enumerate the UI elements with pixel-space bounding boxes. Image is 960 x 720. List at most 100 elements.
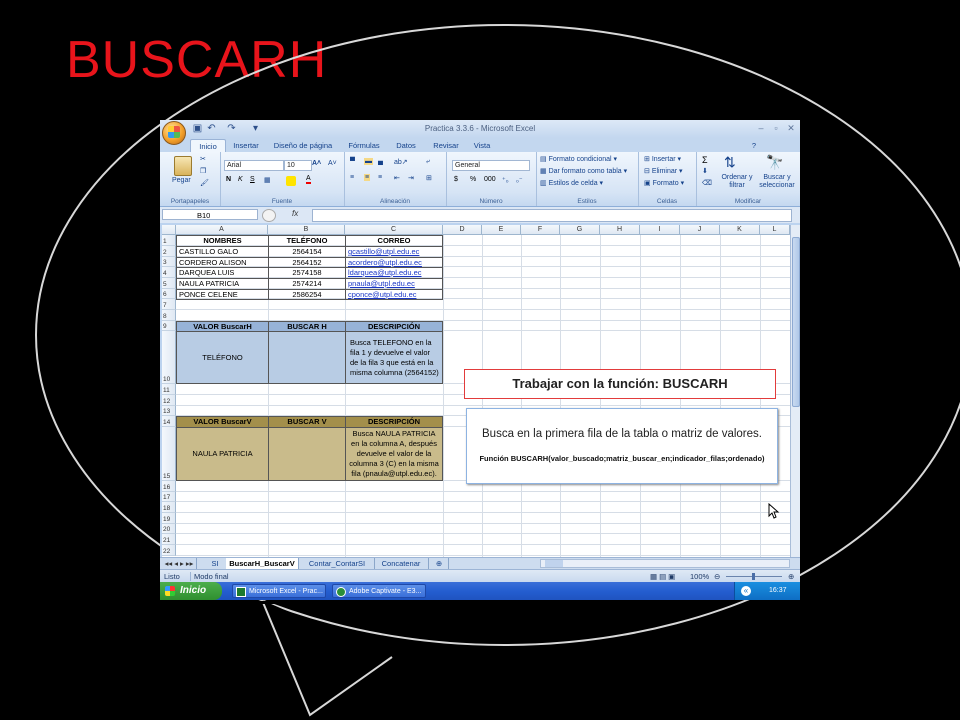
find-icon[interactable]: 🔭 bbox=[766, 154, 783, 171]
sort-filter-button[interactable]: Ordenar y filtrar bbox=[718, 174, 756, 190]
autosum-icon[interactable]: Σ bbox=[702, 155, 708, 165]
column-header[interactable]: B bbox=[268, 225, 345, 235]
maximize-button[interactable]: ▫ bbox=[769, 123, 783, 134]
row-header[interactable]: 22 bbox=[162, 545, 176, 556]
column-header[interactable]: L bbox=[760, 225, 790, 235]
paste-button[interactable]: Pegar bbox=[172, 177, 191, 184]
bold-button[interactable]: N bbox=[226, 176, 231, 183]
fill-color-icon[interactable] bbox=[286, 176, 296, 186]
qat-dropdown-icon[interactable]: ▾ bbox=[250, 123, 261, 134]
row-header[interactable]: 10 bbox=[162, 331, 176, 384]
row-header[interactable]: 9 bbox=[162, 321, 176, 331]
column-header[interactable]: J bbox=[680, 225, 720, 235]
grow-font-icon[interactable]: A˄ bbox=[312, 160, 321, 167]
column-header[interactable]: F bbox=[521, 225, 560, 235]
thousands-icon[interactable]: 000 bbox=[484, 176, 496, 183]
task-excel[interactable]: Microsoft Excel - Prac... bbox=[232, 584, 326, 598]
fill-icon[interactable]: ⬇ bbox=[702, 167, 708, 175]
decrease-indent-icon[interactable]: ⇤ bbox=[394, 174, 400, 182]
orientation-icon[interactable]: ab↗ bbox=[394, 158, 408, 166]
sheet-nav-icons[interactable]: ◂◂ ◂ ▸ ▸▸ bbox=[162, 558, 197, 569]
undo-icon[interactable]: ↶ bbox=[206, 123, 217, 134]
close-button[interactable]: ✕ bbox=[784, 123, 798, 134]
column-header[interactable]: D bbox=[443, 225, 482, 235]
office-button[interactable] bbox=[162, 121, 186, 145]
row-header[interactable]: 7 bbox=[162, 299, 176, 310]
tab-vista[interactable]: Vista bbox=[466, 139, 498, 152]
number-format-select[interactable]: General bbox=[452, 160, 530, 171]
currency-icon[interactable]: $ bbox=[454, 176, 458, 183]
sort-filter-icon[interactable]: ⇅ bbox=[724, 154, 736, 171]
row-header[interactable]: 5 bbox=[162, 278, 176, 289]
horizontal-scrollbar[interactable] bbox=[540, 559, 790, 568]
shrink-font-icon[interactable]: A˅ bbox=[328, 160, 337, 167]
zoom-out-icon[interactable]: ⊖ bbox=[714, 572, 720, 581]
underline-button[interactable]: S bbox=[250, 176, 255, 183]
cell-styles-button[interactable]: ▥ Estilos de celda ▾ bbox=[540, 179, 603, 187]
formula-input[interactable] bbox=[312, 209, 792, 222]
save-icon[interactable]: ▣ bbox=[192, 123, 203, 134]
align-bottom-icon[interactable]: ▄ bbox=[378, 158, 383, 165]
copy-icon[interactable]: ❐ bbox=[200, 167, 206, 175]
column-header[interactable]: H bbox=[600, 225, 640, 235]
delete-cells-button[interactable]: ⊟ Eliminar ▾ bbox=[644, 167, 683, 175]
row-header[interactable]: 11 bbox=[162, 384, 176, 395]
column-header[interactable]: E bbox=[482, 225, 521, 235]
align-middle-icon[interactable]: ▬ bbox=[364, 158, 373, 165]
row-header[interactable]: 1 bbox=[162, 235, 176, 246]
new-sheet-icon[interactable]: ⊕ bbox=[430, 558, 449, 569]
clear-icon[interactable]: ⌫ bbox=[702, 179, 712, 187]
tray-arrow-icon[interactable]: « bbox=[741, 586, 751, 596]
row-header[interactable]: 15 bbox=[162, 427, 176, 481]
align-top-icon[interactable]: ▀ bbox=[350, 158, 355, 165]
sheet-tab[interactable]: Concatenar bbox=[374, 558, 429, 569]
row-header[interactable]: 16 bbox=[162, 481, 176, 492]
column-header[interactable]: G bbox=[560, 225, 600, 235]
font-size-select[interactable]: 10 bbox=[284, 160, 312, 171]
minimize-button[interactable]: – bbox=[754, 123, 768, 134]
spreadsheet-grid[interactable]: A B C D E F G H I J K L 1 2 3 4 5 6 7 8 … bbox=[162, 225, 790, 559]
cell-valor-buscarv[interactable]: NAULA PATRICIA bbox=[176, 427, 269, 481]
decrease-decimal-icon[interactable]: ₀⁻ bbox=[516, 176, 523, 184]
italic-button[interactable]: K bbox=[238, 176, 243, 183]
font-color-icon[interactable]: A bbox=[306, 175, 311, 184]
cell-correo[interactable]: cponce@utpl.edu.ec bbox=[345, 289, 443, 300]
row-header[interactable]: 3 bbox=[162, 257, 176, 267]
wrap-text-icon[interactable]: ⤶ bbox=[426, 158, 430, 166]
row-header[interactable]: 13 bbox=[162, 406, 176, 416]
cut-icon[interactable]: ✂ bbox=[200, 155, 206, 163]
paste-icon[interactable] bbox=[174, 156, 192, 176]
cell-telefono[interactable]: 2586254 bbox=[268, 289, 346, 300]
find-select-button[interactable]: Buscar y seleccionar bbox=[756, 174, 798, 190]
cell-buscar-h-result[interactable] bbox=[268, 331, 346, 384]
select-all-corner[interactable] bbox=[162, 225, 176, 235]
font-name-select[interactable]: Arial bbox=[224, 160, 284, 171]
tab-datos[interactable]: Datos bbox=[388, 139, 424, 152]
row-header[interactable]: 19 bbox=[162, 513, 176, 524]
merge-center-icon[interactable]: ⊞ bbox=[426, 174, 432, 182]
sheet-tab[interactable]: SI bbox=[204, 558, 227, 569]
borders-icon[interactable]: ▦ bbox=[264, 176, 271, 184]
horizontal-scroll-thumb[interactable] bbox=[545, 560, 563, 567]
cell-buscar-v-result[interactable] bbox=[268, 427, 346, 481]
help-icon[interactable]: ? bbox=[748, 139, 760, 152]
redo-icon[interactable]: ↷ bbox=[226, 123, 237, 134]
conditional-format-button[interactable]: ▤ Formato condicional ▾ bbox=[540, 155, 617, 163]
row-header[interactable]: 14 bbox=[162, 416, 176, 427]
row-header[interactable]: 18 bbox=[162, 502, 176, 513]
tab-inicio[interactable]: Inicio bbox=[190, 139, 226, 153]
fx-icon[interactable]: fx bbox=[292, 209, 298, 218]
cell-valor-buscarh[interactable]: TELÉFONO bbox=[176, 331, 269, 384]
zoom-in-icon[interactable]: ⊕ bbox=[788, 572, 794, 581]
increase-indent-icon[interactable]: ⇥ bbox=[408, 174, 414, 182]
tab-diseno-pagina[interactable]: Diseño de página bbox=[268, 139, 338, 152]
sheet-tab-active[interactable]: BuscarH_BuscarV bbox=[226, 558, 299, 569]
zoom-level[interactable]: 100% bbox=[690, 572, 709, 581]
row-header[interactable]: 12 bbox=[162, 395, 176, 406]
align-left-icon[interactable]: ≡ bbox=[350, 174, 354, 181]
format-cells-button[interactable]: ▣ Formato ▾ bbox=[644, 179, 684, 187]
row-header[interactable]: 21 bbox=[162, 534, 176, 545]
format-as-table-button[interactable]: ▦ Dar formato como tabla ▾ bbox=[540, 167, 627, 175]
column-header[interactable]: C bbox=[345, 225, 443, 235]
row-header[interactable]: 20 bbox=[162, 524, 176, 534]
